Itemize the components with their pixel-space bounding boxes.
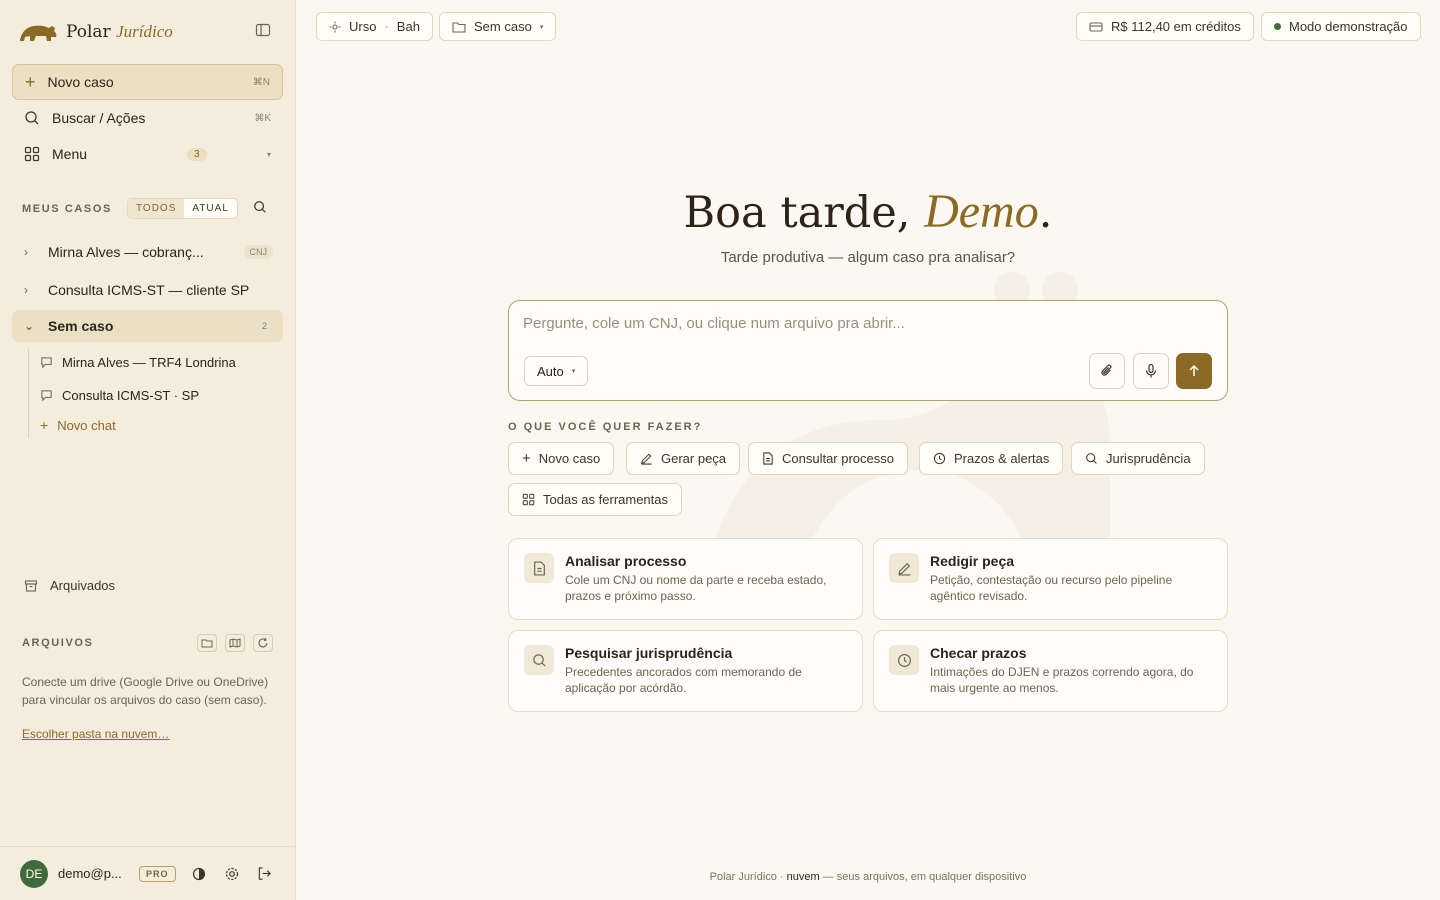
demo-mode-chip[interactable]: Modo demonstração bbox=[1261, 12, 1421, 41]
search-actions-button[interactable]: Buscar / Ações ⌘K bbox=[12, 100, 283, 136]
logout-icon[interactable] bbox=[256, 865, 274, 883]
quick-new-case-button[interactable]: + Novo caso bbox=[508, 442, 615, 475]
sidebar: Polar Jurídico + Novo caso ⌘N Buscar / A… bbox=[0, 0, 296, 900]
quick-deadlines-button[interactable]: Prazos & alertas bbox=[919, 442, 1064, 475]
quick-generate-piece-button[interactable]: Gerar peça bbox=[626, 442, 741, 475]
arrow-up-icon bbox=[1189, 364, 1199, 376]
bear-logo-icon bbox=[20, 25, 57, 41]
menu-button[interactable]: Menu 3 ▾ bbox=[12, 136, 283, 172]
plan-badge: PRO bbox=[139, 865, 176, 882]
model-select[interactable]: Auto ▾ bbox=[524, 356, 589, 386]
avatar[interactable]: DE bbox=[20, 859, 48, 888]
chat-composer: Auto ▾ bbox=[508, 300, 1228, 401]
files-actions bbox=[197, 634, 273, 652]
card-search-jurisprudence[interactable]: Pesquisar jurisprudência Precedentes anc… bbox=[508, 630, 863, 712]
quick-actions-title: O QUE VOCÊ QUER FAZER? bbox=[508, 421, 703, 433]
plus-icon: + bbox=[40, 417, 49, 433]
credits-chip[interactable]: R$ 112,40 em créditos bbox=[1076, 12, 1254, 41]
document-icon bbox=[524, 553, 554, 583]
new-case-button[interactable]: + Novo caso ⌘N bbox=[12, 64, 283, 100]
clock-icon bbox=[889, 645, 919, 675]
case-item[interactable]: › Consulta ICMS-ST — cliente SP bbox=[12, 274, 283, 306]
case-selector[interactable]: Sem caso ▾ bbox=[439, 12, 557, 41]
chevron-down-icon: ⌄ bbox=[24, 319, 35, 333]
filter-current-tab[interactable]: ATUAL bbox=[184, 199, 237, 218]
document-icon bbox=[763, 452, 773, 465]
theme-toggle-icon[interactable] bbox=[190, 865, 208, 883]
collapse-sidebar-icon[interactable] bbox=[255, 22, 273, 40]
case-tag: CNJ bbox=[243, 245, 273, 259]
caret-down-icon: ▾ bbox=[539, 23, 544, 31]
plus-icon: + bbox=[522, 450, 531, 467]
quick-jurisprudence-button[interactable]: Jurisprudência bbox=[1071, 442, 1205, 475]
brand-logo[interactable]: Polar Jurídico bbox=[18, 18, 173, 46]
chat-item[interactable]: Mirna Alves — TRF4 Londrina bbox=[40, 349, 236, 375]
case-item-selected[interactable]: ⌄ Sem caso 2 bbox=[12, 310, 283, 342]
chevron-right-icon: › bbox=[24, 283, 28, 297]
greeting-heading: Boa tarde, Demo. bbox=[683, 185, 1053, 238]
quick-all-tools-button[interactable]: Todas as ferramentas bbox=[508, 483, 683, 516]
add-folder-icon[interactable] bbox=[197, 634, 217, 652]
plus-icon: + bbox=[25, 72, 36, 92]
caret-down-icon: ▾ bbox=[266, 149, 271, 159]
new-chat-button[interactable]: + Novo chat bbox=[40, 412, 116, 438]
user-email: demo@p... bbox=[58, 866, 122, 881]
filter-all-tab[interactable]: TODOS bbox=[128, 199, 185, 218]
search-cases-icon[interactable] bbox=[253, 200, 269, 216]
caret-down-icon: ▾ bbox=[571, 368, 576, 375]
pen-icon bbox=[641, 453, 652, 465]
clock-icon bbox=[933, 452, 946, 465]
archived-link[interactable]: Arquivados bbox=[24, 578, 115, 593]
credit-card-icon bbox=[1089, 21, 1103, 32]
card-draft-piece[interactable]: Redigir peça Petição, contestação ou rec… bbox=[873, 538, 1228, 620]
card-check-deadlines[interactable]: Checar prazos Intimações do DJEN e prazo… bbox=[873, 630, 1228, 712]
send-button[interactable] bbox=[1176, 353, 1212, 389]
files-section-title: ARQUIVOS bbox=[22, 637, 94, 649]
menu-count-badge: 3 bbox=[187, 147, 207, 161]
quick-consult-process-button[interactable]: Consultar processo bbox=[748, 442, 908, 475]
map-icon[interactable] bbox=[225, 634, 245, 652]
pen-icon bbox=[889, 553, 919, 583]
tree-line bbox=[28, 348, 29, 438]
brand-name: Polar Jurídico bbox=[66, 22, 173, 42]
greeting-subtitle: Tarde produtiva — algum caso pra analisa… bbox=[720, 249, 1016, 266]
grid-icon bbox=[24, 146, 40, 162]
prompt-input[interactable] bbox=[523, 315, 1203, 332]
locate-icon bbox=[329, 21, 341, 32]
search-icon bbox=[1086, 453, 1097, 464]
chevron-right-icon: › bbox=[24, 245, 28, 259]
cases-filter: TODOS ATUAL bbox=[127, 198, 238, 219]
microphone-icon bbox=[1145, 363, 1157, 378]
attach-button[interactable] bbox=[1089, 353, 1125, 389]
card-analyze-process[interactable]: Analisar processo Cole um CNJ ou nome da… bbox=[508, 538, 863, 620]
search-icon bbox=[524, 645, 554, 675]
chat-item[interactable]: Consulta ICMS-ST · SP bbox=[40, 382, 199, 408]
folder-icon bbox=[452, 21, 466, 33]
chat-bubble-icon bbox=[41, 389, 52, 401]
refresh-icon[interactable] bbox=[253, 634, 273, 652]
context-selector[interactable]: Urso · Bah bbox=[316, 12, 433, 41]
footer-text: Polar Jurídico · nuvem — seus arquivos, … bbox=[709, 871, 1027, 883]
choose-cloud-folder-link[interactable]: Escolher pasta na nuvem… bbox=[22, 727, 169, 741]
archive-box-icon bbox=[24, 579, 38, 592]
case-count-badge: 2 bbox=[255, 319, 273, 333]
case-item[interactable]: › Mirna Alves — cobranç... CNJ bbox=[12, 236, 283, 268]
files-description: Conecte um drive (Google Drive ou OneDri… bbox=[22, 675, 269, 707]
paperclip-icon bbox=[1101, 364, 1112, 376]
chat-bubble-icon bbox=[41, 356, 52, 368]
gear-icon[interactable] bbox=[223, 865, 241, 883]
cases-section-title: MEUS CASOS bbox=[22, 203, 112, 215]
status-dot bbox=[1274, 23, 1281, 30]
user-bar: DE demo@p... PRO bbox=[0, 846, 295, 900]
microphone-button[interactable] bbox=[1133, 353, 1169, 389]
search-icon bbox=[25, 111, 39, 125]
grid-icon bbox=[522, 493, 535, 506]
